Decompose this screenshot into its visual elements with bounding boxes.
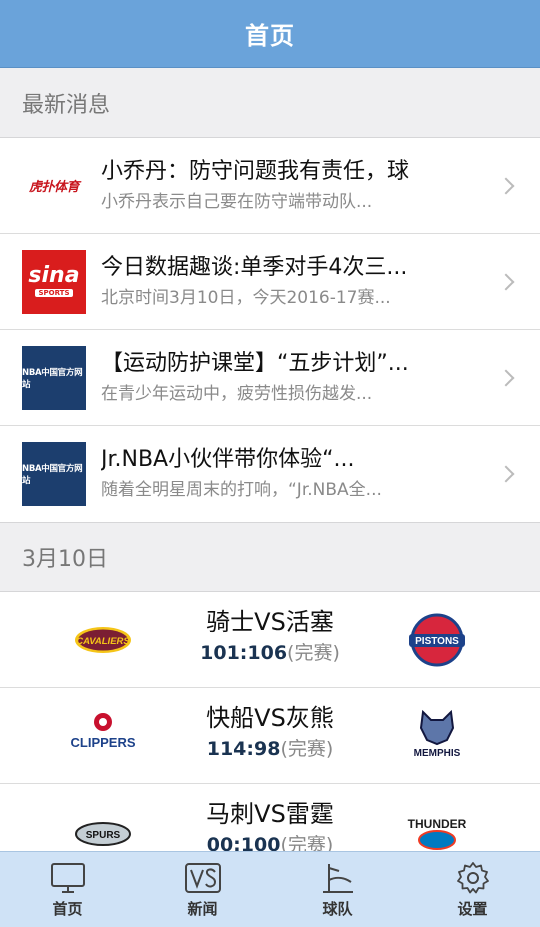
- game-info: 快船VS灰熊 114:98(完赛): [170, 702, 370, 764]
- tab-home[interactable]: 首页: [0, 852, 135, 927]
- gear-icon: [453, 860, 493, 896]
- chevron-right-icon: [497, 273, 515, 290]
- grizzlies-logo: MEMPHIS: [402, 706, 472, 766]
- court-icon: [318, 860, 358, 896]
- news-title: 今日数据趣谈:单季对手4次三...: [101, 254, 408, 280]
- game-score: 101:106: [200, 642, 288, 664]
- svg-text:PISTONS: PISTONS: [415, 636, 459, 647]
- news-title: 【运动防护课堂】“五步计划”...: [101, 350, 409, 376]
- monitor-icon: [48, 860, 88, 896]
- header-bar: 首页: [0, 0, 540, 68]
- tab-settings[interactable]: 设置: [405, 852, 540, 927]
- games-section-header: 3月10日: [0, 522, 540, 592]
- news-subtitle: 小乔丹表示自己要在防守端带动队...: [101, 191, 373, 212]
- tab-label: 首页: [52, 900, 83, 918]
- svg-text:SPURS: SPURS: [86, 830, 121, 841]
- news-text: 【运动防护课堂】“五步计划”... 在青少年运动中，疲劳性损伤越发...: [101, 349, 480, 407]
- clippers-logo: CLIPPERS: [68, 706, 138, 766]
- pistons-logo: PISTONS: [402, 610, 472, 670]
- bottom-tab-bar: 首页 新闻 球队 设置: [0, 851, 540, 927]
- game-row[interactable]: CLIPPERS 快船VS灰熊 114:98(完赛) MEMPHIS: [0, 688, 540, 784]
- svg-text:CLIPPERS: CLIPPERS: [71, 735, 135, 750]
- news-subtitle: 北京时间3月10日，今天2016-17赛...: [101, 287, 391, 308]
- app-screen: 首页 最新消息 虎扑体育 小乔丹：防守问题我有责任，球 小乔丹表示自己要在防守端…: [0, 0, 540, 927]
- svg-text:CAVALIERS: CAVALIERS: [76, 636, 130, 647]
- sina-sports-logo: sina SPORTS: [22, 249, 86, 314]
- game-status: (完赛): [280, 738, 334, 760]
- svg-text:MEMPHIS: MEMPHIS: [414, 748, 461, 759]
- news-item[interactable]: NBA中国官方网站 【运动防护课堂】“五步计划”... 在青少年运动中，疲劳性损…: [0, 330, 540, 426]
- game-matchup: 快船VS灰熊: [206, 704, 334, 732]
- game-info: 骑士VS活塞 101:106(完赛): [170, 606, 370, 668]
- chevron-right-icon: [497, 465, 515, 483]
- vs-icon: [183, 860, 223, 896]
- news-text: Jr.NBA小伙伴带你体验“... 随着全明星周末的打响，“Jr.NBA全...: [101, 445, 480, 503]
- news-item[interactable]: sina SPORTS 今日数据趣谈:单季对手4次三... 北京时间3月10日，…: [0, 234, 540, 330]
- tab-label: 新闻: [187, 900, 218, 918]
- game-matchup: 骑士VS活塞: [206, 608, 334, 636]
- news-text: 今日数据趣谈:单季对手4次三... 北京时间3月10日，今天2016-17赛..…: [101, 253, 480, 311]
- news-item[interactable]: NBA中国官方网站 Jr.NBA小伙伴带你体验“... 随着全明星周末的打响，“…: [0, 426, 540, 522]
- tab-label: 设置: [457, 900, 488, 918]
- games-list: CAVALIERS 骑士VS活塞 101:106(完赛) PISTONS CLI…: [0, 592, 540, 880]
- nba-china-logo: NBA中国官方网站: [22, 345, 86, 410]
- latest-news-section-title: 最新消息: [22, 92, 111, 118]
- page-title: 首页: [245, 22, 295, 50]
- svg-text:THUNDER: THUNDER: [408, 817, 467, 831]
- games-section-date: 3月10日: [22, 547, 108, 572]
- news-title: 小乔丹：防守问题我有责任，球: [101, 158, 410, 184]
- news-list: 虎扑体育 小乔丹：防守问题我有责任，球 小乔丹表示自己要在防守端带动队... s…: [0, 138, 540, 522]
- game-status: (完赛): [287, 642, 340, 664]
- news-subtitle: 随着全明星周末的打响，“Jr.NBA全...: [101, 480, 382, 500]
- game-score: 114:98: [206, 738, 281, 760]
- chevron-right-icon: [497, 177, 515, 194]
- tab-news[interactable]: 新闻: [135, 852, 270, 927]
- chevron-right-icon: [497, 369, 515, 386]
- tab-teams[interactable]: 球队: [270, 852, 405, 927]
- game-matchup: 马刺VS雷霆: [206, 800, 334, 828]
- latest-news-section-header: 最新消息: [0, 68, 540, 138]
- news-title: Jr.NBA小伙伴带你体验“...: [101, 447, 355, 472]
- news-item[interactable]: 虎扑体育 小乔丹：防守问题我有责任，球 小乔丹表示自己要在防守端带动队...: [0, 138, 540, 234]
- cavaliers-logo: CAVALIERS: [68, 610, 138, 670]
- news-text: 小乔丹：防守问题我有责任，球 小乔丹表示自己要在防守端带动队...: [101, 157, 480, 215]
- hupu-sports-logo: 虎扑体育: [22, 153, 86, 218]
- news-subtitle: 在青少年运动中，疲劳性损伤越发...: [101, 383, 373, 404]
- nba-china-logo: NBA中国官方网站: [22, 442, 86, 506]
- tab-label: 球队: [322, 900, 353, 918]
- game-row[interactable]: CAVALIERS 骑士VS活塞 101:106(完赛) PISTONS: [0, 592, 540, 688]
